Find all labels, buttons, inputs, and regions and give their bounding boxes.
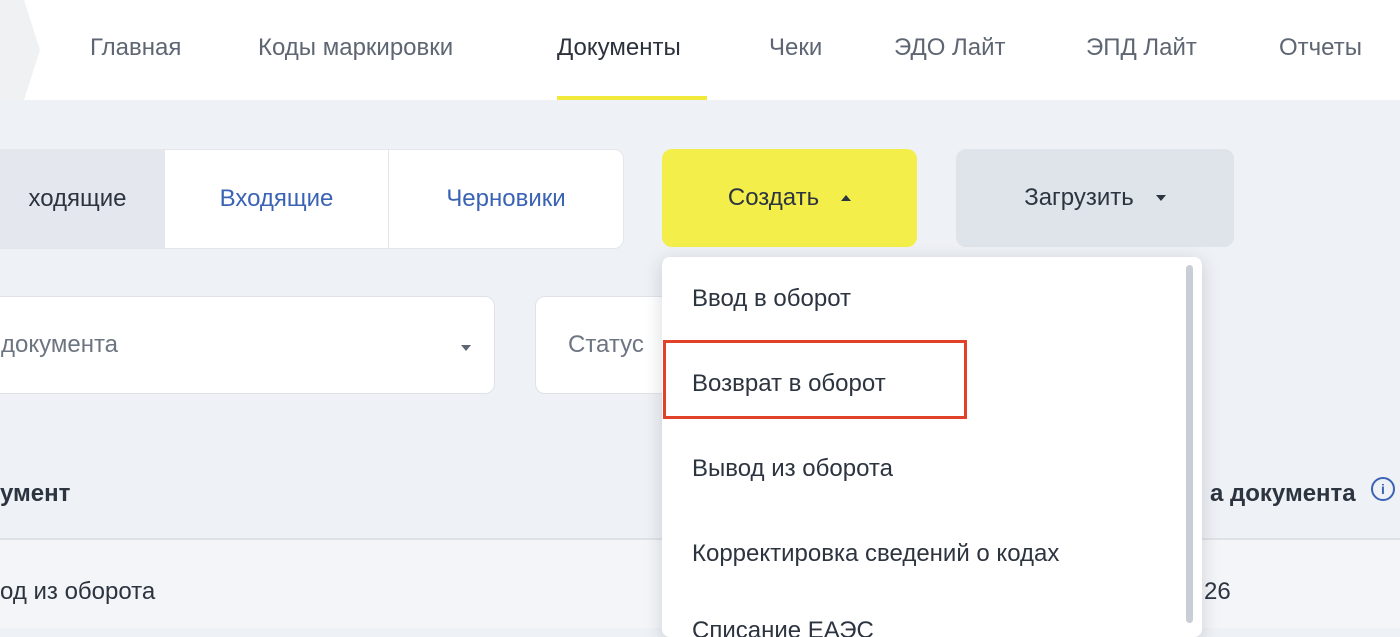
document-direction-tabs: ходящие Входящие Черновики xyxy=(0,149,624,249)
tab-outgoing[interactable]: ходящие xyxy=(0,150,164,248)
info-icon[interactable]: i xyxy=(1371,477,1395,501)
create-button-label: Создать xyxy=(727,184,820,211)
row-document-date: 26 xyxy=(1204,578,1231,605)
nav-item-epd-lite[interactable]: ЭПД Лайт xyxy=(1086,34,1197,62)
create-button[interactable]: Создать xyxy=(662,149,917,247)
status-label: Статус xyxy=(568,331,644,358)
menu-item-withdraw[interactable]: Вывод из оборота xyxy=(692,455,893,483)
menu-item-correct-codes[interactable]: Корректировка сведений о кодах xyxy=(692,540,1059,568)
caret-down-icon xyxy=(1155,195,1166,201)
menu-item-write-off-eaeu[interactable]: Списание ЕАЭС xyxy=(692,617,874,637)
tab-incoming[interactable]: Входящие xyxy=(164,150,388,248)
upload-button[interactable]: Загрузить xyxy=(956,149,1234,247)
chevron-down-icon xyxy=(461,345,471,351)
caret-up-icon xyxy=(841,195,852,201)
menu-item-introduce[interactable]: Ввод в оборот xyxy=(692,285,851,313)
nav-item-home[interactable]: Главная xyxy=(90,34,181,62)
nav-item-receipts[interactable]: Чеки xyxy=(769,34,822,62)
menu-item-return[interactable]: Возврат в оборот xyxy=(692,370,886,398)
column-header-document-date[interactable]: а документа xyxy=(1210,480,1356,508)
nav-item-edo-lite[interactable]: ЭДО Лайт xyxy=(894,34,1006,62)
nav-item-reports[interactable]: Отчеты xyxy=(1279,34,1362,62)
upload-button-label: Загрузить xyxy=(1024,184,1134,211)
nav-back-arrow[interactable] xyxy=(0,0,40,100)
column-header-document[interactable]: умент xyxy=(0,480,70,508)
create-dropdown-menu: Ввод в оборот Возврат в оборот Вывод из … xyxy=(662,257,1202,637)
document-type-label: документа xyxy=(1,331,119,358)
nav-item-marking-codes[interactable]: Коды маркировки xyxy=(258,34,453,62)
document-type-select[interactable]: документа xyxy=(0,296,495,394)
active-tab-underline xyxy=(557,96,707,100)
top-navigation: Главная Коды маркировки Документы Чеки Э… xyxy=(0,0,1400,100)
tab-drafts[interactable]: Черновики xyxy=(388,150,623,248)
nav-item-documents[interactable]: Документы xyxy=(557,34,681,62)
dropdown-scrollbar[interactable] xyxy=(1186,265,1193,623)
row-document-type: од из оборота xyxy=(0,578,156,605)
